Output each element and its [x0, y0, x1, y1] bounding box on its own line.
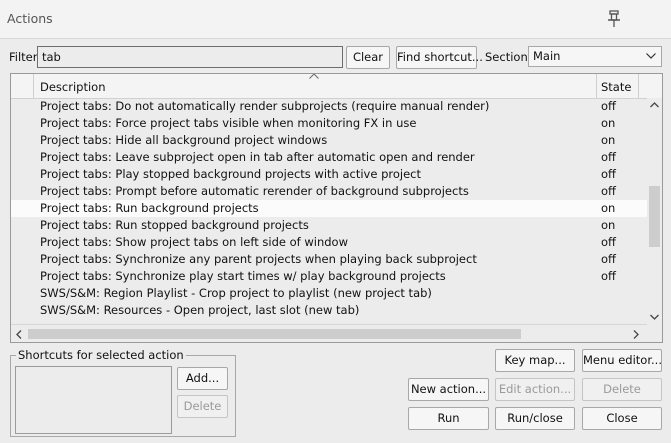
actions-list[interactable]: Description State Project tabs: Do not a…	[10, 73, 663, 343]
run-close-button[interactable]: Run/close	[495, 407, 575, 430]
row-state: on	[601, 116, 616, 130]
row-description: Project tabs: Play stopped background pr…	[40, 167, 421, 181]
shortcuts-list[interactable]	[15, 366, 172, 434]
row-description: Project tabs: Leave subproject open in t…	[40, 150, 475, 164]
shortcuts-group-label: Shortcuts for selected action	[16, 348, 186, 362]
close-button[interactable]: Close	[582, 407, 662, 430]
scroll-left-arrow-icon[interactable]	[16, 330, 22, 339]
section-select-value: Main	[533, 49, 561, 63]
find-shortcut-button[interactable]: Find shortcut...	[396, 46, 483, 69]
row-description: Project tabs: Synchronize play start tim…	[40, 269, 446, 283]
table-row[interactable]: Project tabs: Show project tabs on left …	[11, 234, 647, 251]
row-state: off	[601, 150, 616, 164]
vertical-scrollbar[interactable]	[647, 98, 662, 324]
row-state: off	[601, 269, 616, 283]
key-map-button[interactable]: Key map...	[495, 349, 575, 372]
section-label: Section:	[485, 50, 532, 64]
scroll-down-arrow-icon[interactable]	[650, 314, 659, 320]
row-state: off	[601, 235, 616, 249]
column-header-description[interactable]: Description	[40, 80, 106, 94]
window-title: Actions	[7, 11, 53, 26]
table-row[interactable]: Project tabs: Force project tabs visible…	[11, 115, 647, 132]
title-bar: Actions	[0, 0, 671, 39]
row-state: on	[601, 218, 616, 232]
row-description: Project tabs: Show project tabs on left …	[40, 235, 348, 249]
table-row[interactable]: Project tabs: Leave subproject open in t…	[11, 149, 647, 166]
run-button[interactable]: Run	[408, 407, 489, 430]
row-description: Project tabs: Prompt before automatic re…	[40, 184, 469, 198]
scroll-up-arrow-icon[interactable]	[650, 102, 659, 108]
filter-label: Filter	[9, 50, 38, 64]
row-description: Project tabs: Do not automatically rende…	[40, 99, 490, 113]
row-state: off	[601, 184, 616, 198]
scroll-corner	[647, 324, 662, 342]
clear-button[interactable]: Clear	[346, 46, 390, 69]
chevron-down-icon	[646, 53, 656, 59]
row-state: off	[601, 99, 616, 113]
horizontal-scrollbar[interactable]	[11, 324, 647, 342]
delete-shortcut-button[interactable]: Delete	[177, 395, 228, 418]
row-state: on	[601, 133, 616, 147]
edit-action-button[interactable]: Edit action...	[495, 378, 575, 401]
row-description: SWS/S&M: Region Playlist - Crop project …	[40, 286, 432, 300]
row-state: off	[601, 167, 616, 181]
table-row[interactable]: Project tabs: Hide all background projec…	[11, 132, 647, 149]
table-row[interactable]: Project tabs: Run stopped background pro…	[11, 217, 647, 234]
row-description: Project tabs: Run stopped background pro…	[40, 218, 309, 232]
sort-up-icon	[309, 74, 319, 79]
add-shortcut-button[interactable]: Add...	[177, 367, 228, 390]
horizontal-scroll-thumb[interactable]	[28, 329, 521, 339]
column-header-state[interactable]: State	[601, 80, 631, 94]
scroll-right-arrow-icon[interactable]	[633, 330, 639, 339]
row-description: Project tabs: Force project tabs visible…	[40, 116, 417, 130]
section-select[interactable]: Main	[528, 46, 662, 67]
row-description: SWS/S&M: Resources - Open project, last …	[40, 303, 360, 317]
vertical-scroll-thumb[interactable]	[649, 186, 660, 247]
new-action-button[interactable]: New action...	[408, 378, 489, 401]
filter-input[interactable]	[37, 46, 343, 68]
table-row[interactable]: Project tabs: Prompt before automatic re…	[11, 183, 647, 200]
list-rows: Project tabs: Do not automatically rende…	[11, 98, 647, 319]
row-state: off	[601, 252, 616, 266]
row-description: Project tabs: Synchronize any parent pro…	[40, 252, 477, 266]
table-row[interactable]: Project tabs: Synchronize any parent pro…	[11, 251, 647, 268]
table-row[interactable]: Project tabs: Synchronize play start tim…	[11, 268, 647, 285]
row-description: Project tabs: Run background projects	[40, 201, 259, 215]
table-row[interactable]: SWS/S&M: Resources - Open project, last …	[11, 302, 647, 319]
table-row[interactable]: Project tabs: Do not automatically rende…	[11, 98, 647, 115]
table-row[interactable]: SWS/S&M: Region Playlist - Crop project …	[11, 285, 647, 302]
row-state: on	[601, 201, 616, 215]
list-header: Description State	[11, 74, 662, 99]
menu-editor-button[interactable]: Menu editor...	[582, 349, 662, 372]
pin-icon[interactable]	[604, 9, 624, 29]
table-row[interactable]: Project tabs: Play stopped background pr…	[11, 166, 647, 183]
delete-action-button[interactable]: Delete	[582, 378, 662, 401]
row-description: Project tabs: Hide all background projec…	[40, 133, 328, 147]
table-row[interactable]: Project tabs: Run background projects on	[11, 200, 647, 217]
